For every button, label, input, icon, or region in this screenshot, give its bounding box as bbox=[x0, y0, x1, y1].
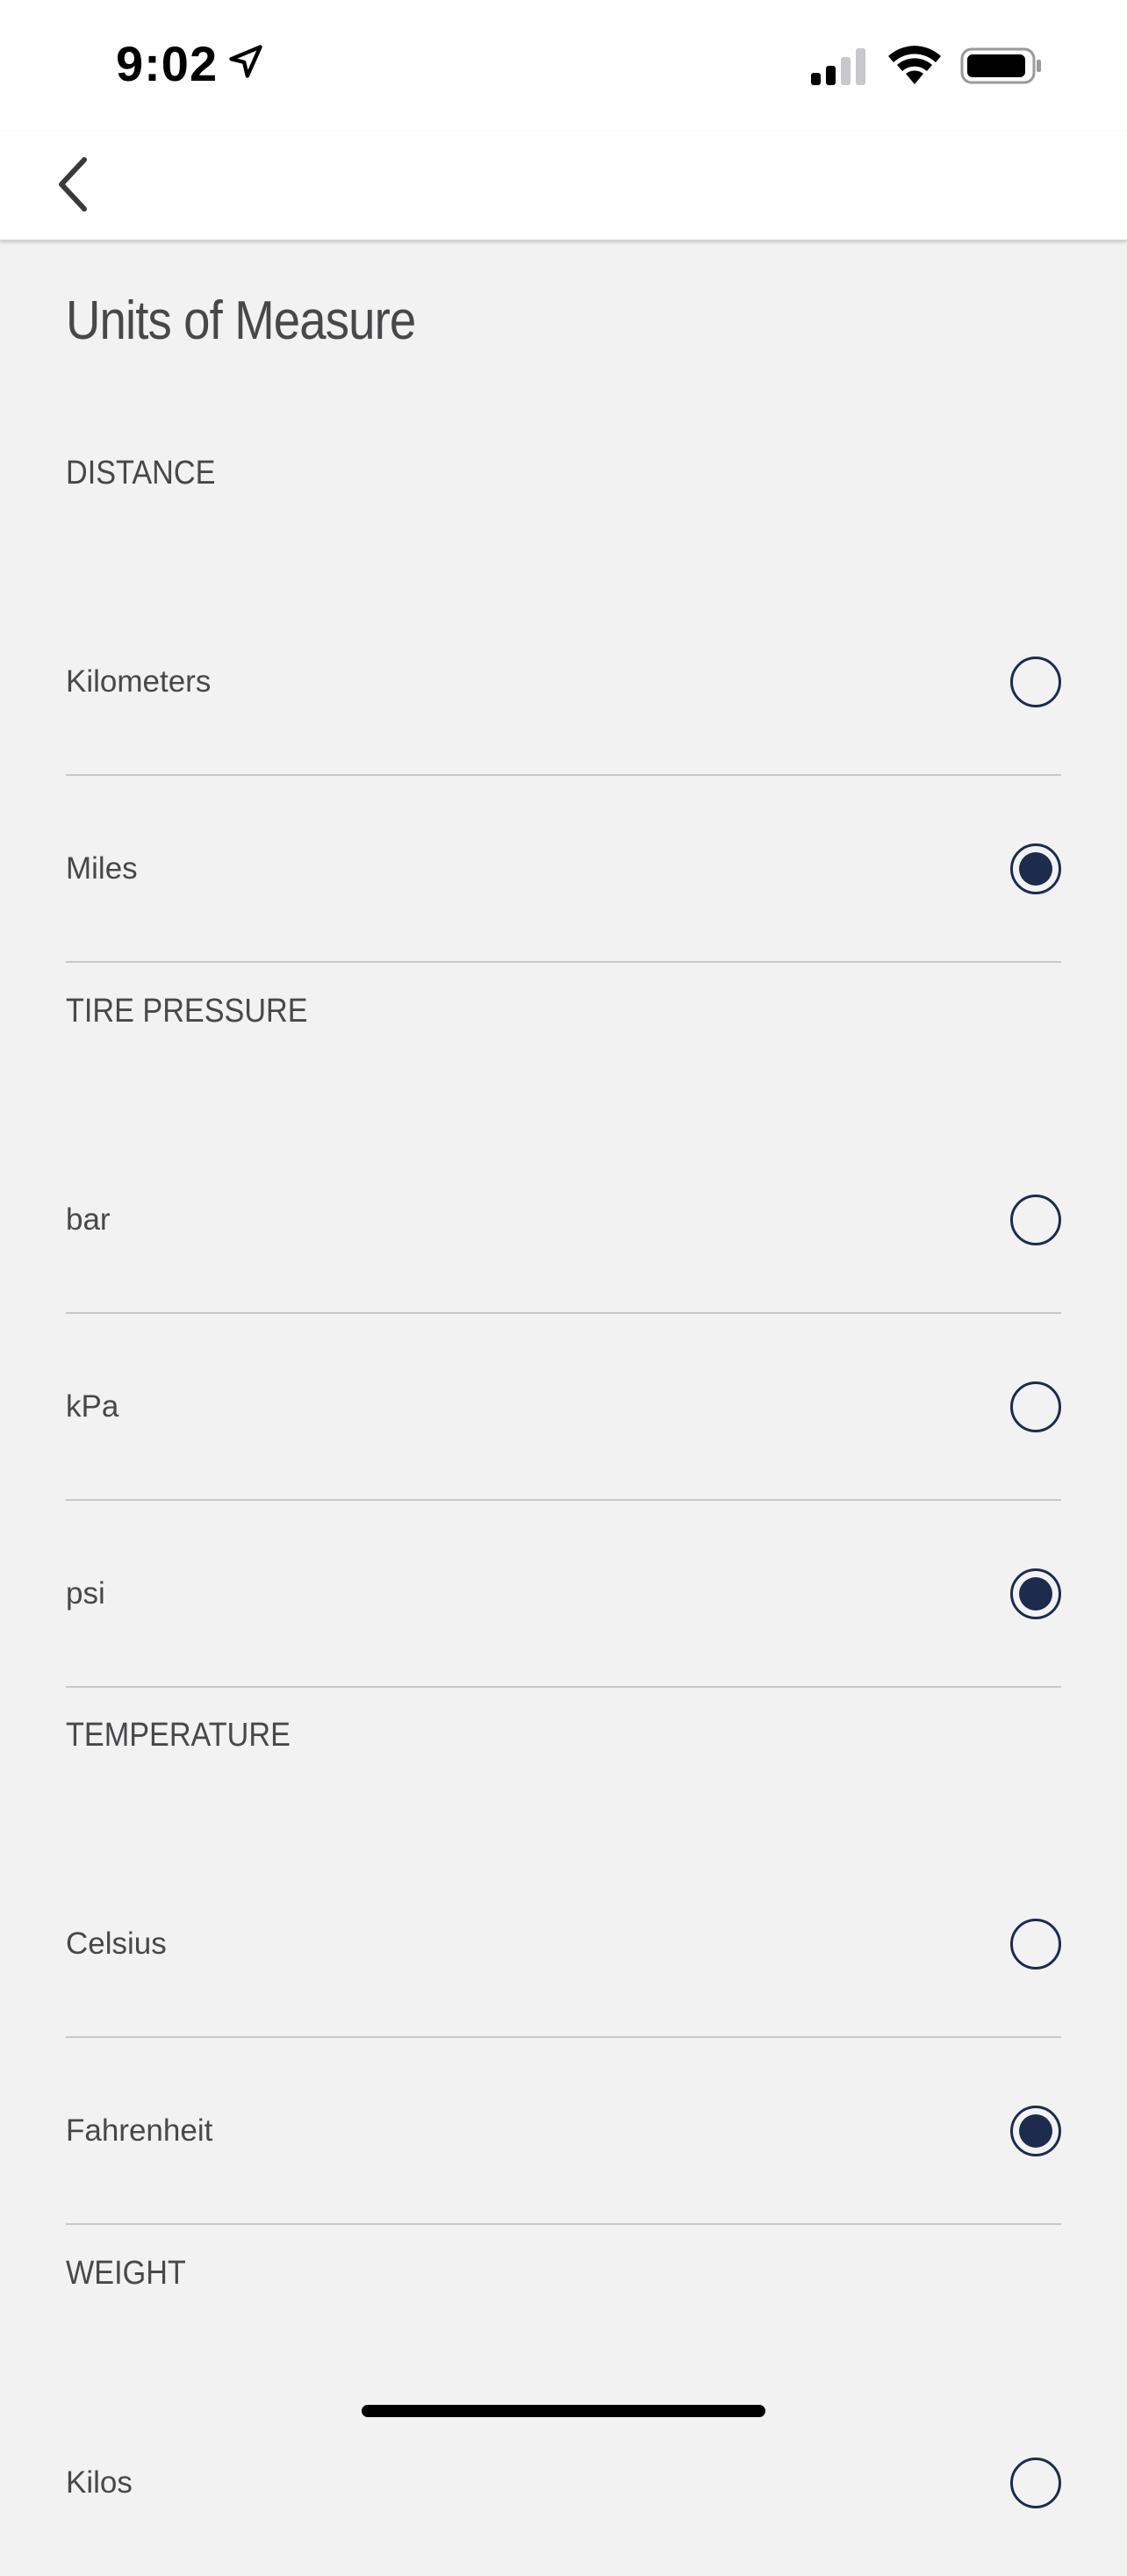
radio-button[interactable] bbox=[1010, 2458, 1061, 2508]
radio-button[interactable] bbox=[1010, 843, 1061, 894]
option-psi[interactable]: psi bbox=[66, 1502, 1061, 1688]
radio-button[interactable] bbox=[1010, 1195, 1061, 1245]
radio-button[interactable] bbox=[1010, 2106, 1061, 2156]
option-kpa[interactable]: kPa bbox=[66, 1315, 1061, 1501]
section-header-tire-pressure: TIRE PRESSURE bbox=[66, 993, 308, 1030]
page-title: Units of Measure bbox=[66, 291, 416, 351]
section-header-weight: WEIGHT bbox=[66, 2255, 186, 2292]
option-fahrenheit[interactable]: Fahrenheit bbox=[66, 2039, 1061, 2225]
radio-button[interactable] bbox=[1010, 1381, 1061, 1432]
cellular-signal-icon bbox=[809, 47, 869, 90]
option-label: Kilos bbox=[66, 2465, 133, 2500]
option-label: bar bbox=[66, 1202, 111, 1237]
wifi-icon bbox=[887, 46, 943, 90]
radio-button[interactable] bbox=[1010, 1568, 1061, 1619]
option-label: Miles bbox=[66, 851, 138, 886]
location-arrow-icon bbox=[226, 35, 265, 92]
back-button[interactable] bbox=[39, 149, 109, 219]
status-time-group: 9:02 bbox=[116, 35, 265, 92]
option-label: psi bbox=[66, 1576, 105, 1611]
status-indicators bbox=[809, 46, 1043, 90]
chevron-left-icon bbox=[59, 157, 87, 212]
option-kilometers[interactable]: Kilometers bbox=[66, 590, 1061, 776]
status-bar: 9:02 bbox=[0, 0, 1127, 132]
option-label: Kilometers bbox=[66, 664, 212, 699]
home-indicator bbox=[362, 2405, 765, 2417]
section-header-distance: DISTANCE bbox=[66, 455, 216, 492]
radio-button[interactable] bbox=[1010, 1919, 1061, 1970]
status-time: 9:02 bbox=[116, 36, 219, 91]
battery-icon bbox=[960, 47, 1043, 90]
option-label: kPa bbox=[66, 1389, 119, 1424]
settings-content: Units of Measure DISTANCE Kilometers Mil… bbox=[0, 240, 1127, 2508]
option-kilos[interactable]: Kilos bbox=[66, 2390, 1061, 2576]
navigation-bar bbox=[0, 132, 1127, 240]
radio-button[interactable] bbox=[1010, 657, 1061, 707]
section-header-temperature: TEMPERATURE bbox=[66, 1717, 291, 1754]
option-bar[interactable]: bar bbox=[66, 1128, 1061, 1314]
option-celsius[interactable]: Celsius bbox=[66, 1852, 1061, 2038]
option-label: Celsius bbox=[66, 1927, 167, 1961]
option-label: Fahrenheit bbox=[66, 2113, 213, 2148]
option-miles[interactable]: Miles bbox=[66, 777, 1061, 963]
